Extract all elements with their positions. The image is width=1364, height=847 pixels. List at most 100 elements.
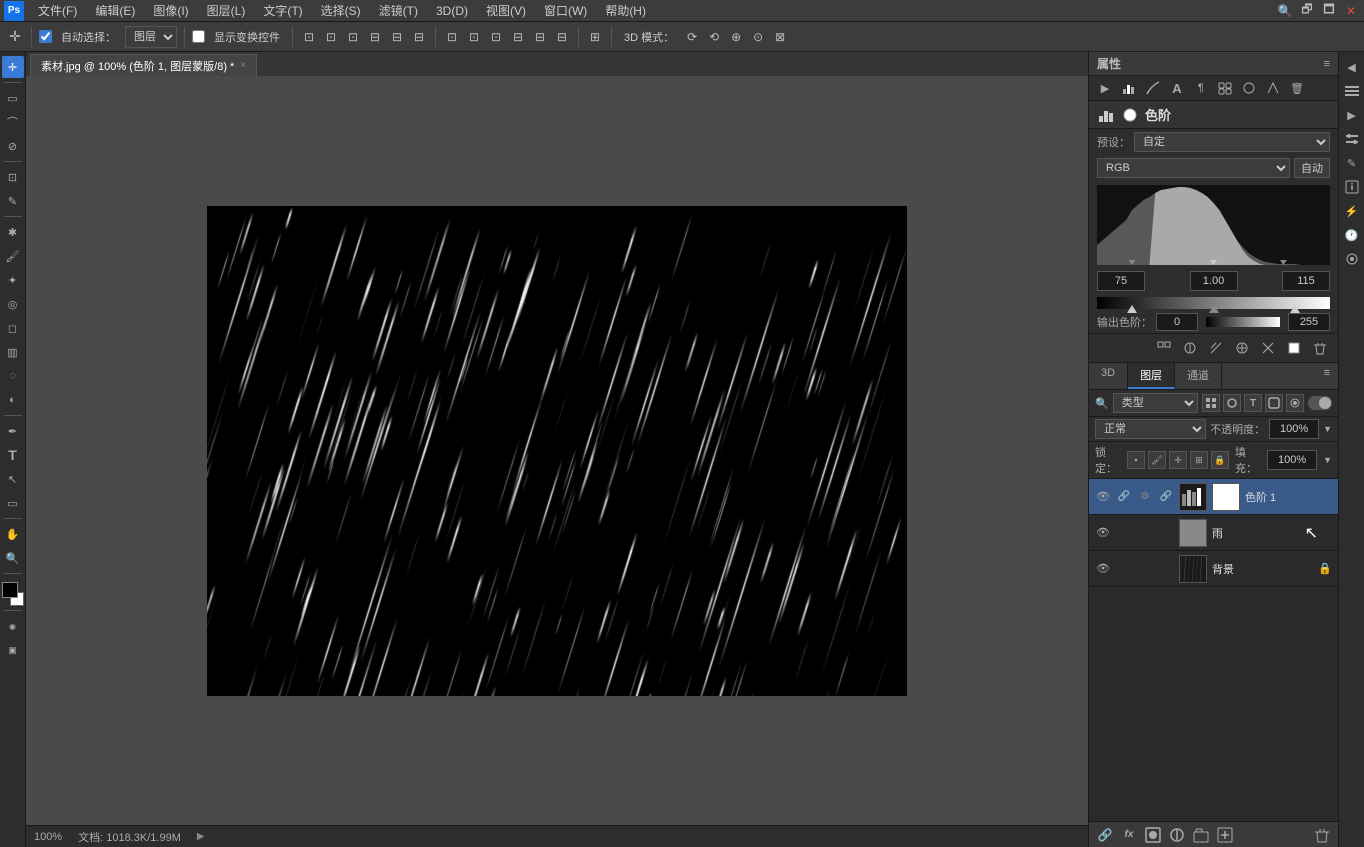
filter-smart-icon[interactable] <box>1286 394 1304 412</box>
layers-new-btn[interactable] <box>1215 825 1235 845</box>
lock-pixels-btn[interactable]: 🖌 <box>1148 451 1166 469</box>
props-tool-3[interactable] <box>1206 338 1226 358</box>
adjust-smart-icon[interactable] <box>1263 78 1283 98</box>
gamma-input[interactable] <box>1190 271 1238 291</box>
lock-all-btn[interactable]: 🔒 <box>1211 451 1229 469</box>
menu-view[interactable]: 视图(V) <box>478 0 534 21</box>
layer-vis-btn-levels1[interactable]: 👁 <box>1095 489 1111 505</box>
canvas-tab[interactable]: 素材.jpg @ 100% (色阶 1, 图层蒙版/8) * × <box>30 54 257 76</box>
blend-mode-select[interactable]: 正常 <box>1095 419 1206 439</box>
more-arrow[interactable]: ▶ <box>197 831 205 842</box>
sidebar-play-btn[interactable]: ▶ <box>1341 104 1363 126</box>
sidebar-adjust-btn[interactable] <box>1341 128 1363 150</box>
menu-filter[interactable]: 滤镜(T) <box>371 0 426 21</box>
adjust-fx-icon[interactable] <box>1239 78 1259 98</box>
auto-select-checkbox[interactable] <box>39 30 52 43</box>
preset-dropdown[interactable]: 自定 <box>1134 132 1330 152</box>
output-black-input[interactable] <box>1156 313 1198 331</box>
adjust-play-icon[interactable]: ▶ <box>1095 78 1115 98</box>
auto-select-dropdown[interactable]: 图层 <box>125 26 177 48</box>
clone-stamp-btn[interactable]: ✦ <box>2 269 24 291</box>
distribute-bottom-icon[interactable]: ⊟ <box>553 28 571 46</box>
filter-adjustment-icon[interactable] <box>1223 394 1241 412</box>
adjust-curves-icon[interactable] <box>1143 78 1163 98</box>
props-tool-trash[interactable] <box>1310 338 1330 358</box>
brush-btn[interactable]: 🖌 <box>2 245 24 267</box>
crop-btn[interactable]: ⊡ <box>2 166 24 188</box>
hand-btn[interactable]: ✋ <box>2 523 24 545</box>
sidebar-collapse-btn[interactable]: ◀ <box>1341 56 1363 78</box>
move-tool-icon[interactable]: ✛ <box>6 28 24 46</box>
lock-transparent-btn[interactable]: ▪ <box>1127 451 1145 469</box>
pen-btn[interactable]: ✒ <box>2 420 24 442</box>
layer-link-btn-levels1[interactable]: 🔗 <box>1116 489 1132 505</box>
layers-menu-btn[interactable]: ≡ <box>1316 363 1338 389</box>
props-tool-5[interactable] <box>1258 338 1278 358</box>
black-point-handle[interactable] <box>1127 305 1137 313</box>
props-tool-1[interactable] <box>1154 338 1174 358</box>
distribute-v-icon[interactable]: ⊟ <box>531 28 549 46</box>
sidebar-actions-btn[interactable]: ⚡ <box>1341 200 1363 222</box>
align-bottom-icon[interactable]: ⊟ <box>410 28 428 46</box>
menu-layer[interactable]: 图层(L) <box>199 0 254 21</box>
filter-type-icon[interactable]: T <box>1244 394 1262 412</box>
props-tool-2[interactable] <box>1180 338 1200 358</box>
filter-pixel-icon[interactable] <box>1202 394 1220 412</box>
layer-item-levels1[interactable]: 👁 🔗 ⚙ 🔗 <box>1089 479 1338 515</box>
move-tool-btn[interactable]: ✛ <box>2 56 24 78</box>
menu-3d[interactable]: 3D(D) <box>428 2 476 20</box>
rectangle-btn[interactable]: ▭ <box>2 492 24 514</box>
lock-position-btn[interactable]: ✛ <box>1169 451 1187 469</box>
adjust-type-icon[interactable]: A <box>1167 78 1187 98</box>
sidebar-cc-btn[interactable] <box>1341 248 1363 270</box>
layers-fx-btn[interactable]: fx <box>1119 825 1139 845</box>
align-center-v-icon[interactable]: ⊟ <box>388 28 406 46</box>
tab-channels[interactable]: 通道 <box>1175 363 1222 389</box>
auto-btn[interactable]: 自动 <box>1294 158 1330 178</box>
layers-mask-btn[interactable] <box>1143 825 1163 845</box>
menu-window[interactable]: 窗口(W) <box>536 0 595 21</box>
eyedropper-btn[interactable]: ✎ <box>2 190 24 212</box>
3d-scale-icon[interactable]: ⊠ <box>771 28 789 46</box>
align-left-icon[interactable]: ⊡ <box>300 28 318 46</box>
search-icon[interactable]: 🔍 <box>1276 2 1294 20</box>
3d-roll-icon[interactable]: ⟲ <box>705 28 723 46</box>
output-white-input[interactable] <box>1288 313 1330 331</box>
opacity-arrow[interactable]: ▼ <box>1323 424 1332 434</box>
filter-shape-icon[interactable] <box>1265 394 1283 412</box>
color-swatches[interactable] <box>2 582 24 606</box>
menu-select[interactable]: 选择(S) <box>313 0 369 21</box>
panel-menu-icon[interactable]: ≡ <box>1324 58 1330 70</box>
tab-close-btn[interactable]: × <box>240 60 246 71</box>
layer-mask-link-levels1[interactable]: 🔗 <box>1158 489 1174 505</box>
dodge-btn[interactable]: ◐ <box>2 389 24 411</box>
props-tool-eyedropper-white[interactable] <box>1284 338 1304 358</box>
layers-delete-btn[interactable] <box>1312 825 1332 845</box>
type-btn[interactable]: T <box>2 444 24 466</box>
menu-image[interactable]: 图像(I) <box>145 0 196 21</box>
fill-input[interactable] <box>1267 450 1317 470</box>
sidebar-history-btn[interactable]: 🕐 <box>1341 224 1363 246</box>
canvas-scroll[interactable] <box>26 76 1088 825</box>
adjust-trash-icon[interactable]: 🗑 <box>1287 78 1307 98</box>
3d-slide-icon[interactable]: ⊙ <box>749 28 767 46</box>
opacity-input[interactable] <box>1269 419 1319 439</box>
menu-help[interactable]: 帮助(H) <box>597 0 654 21</box>
props-tool-4[interactable] <box>1232 338 1252 358</box>
rectangular-marquee-btn[interactable]: ▭ <box>2 87 24 109</box>
window-resize-icon[interactable]: 🗗 <box>1298 2 1316 20</box>
window-maximize-icon[interactable]: 🗖 <box>1320 2 1338 20</box>
black-point-input[interactable] <box>1097 271 1145 291</box>
tab-3d[interactable]: 3D <box>1089 363 1128 389</box>
blur-btn[interactable]: ◌ <box>2 365 24 387</box>
spot-healing-btn[interactable]: ✱ <box>2 221 24 243</box>
arrange-icon[interactable]: ⊞ <box>586 28 604 46</box>
lock-artboard-btn[interactable]: ⊞ <box>1190 451 1208 469</box>
filter-type-select[interactable]: 类型 <box>1113 393 1198 413</box>
channel-dropdown[interactable]: RGB <box>1097 158 1290 178</box>
quick-mask-btn[interactable]: ◉ <box>2 615 24 637</box>
distribute-right-icon[interactable]: ⊡ <box>487 28 505 46</box>
lasso-btn[interactable]: ⌒ <box>2 111 24 133</box>
menu-text[interactable]: 文字(T) <box>255 0 310 21</box>
layer-fx-btn-levels1[interactable]: ⚙ <box>1137 489 1153 505</box>
